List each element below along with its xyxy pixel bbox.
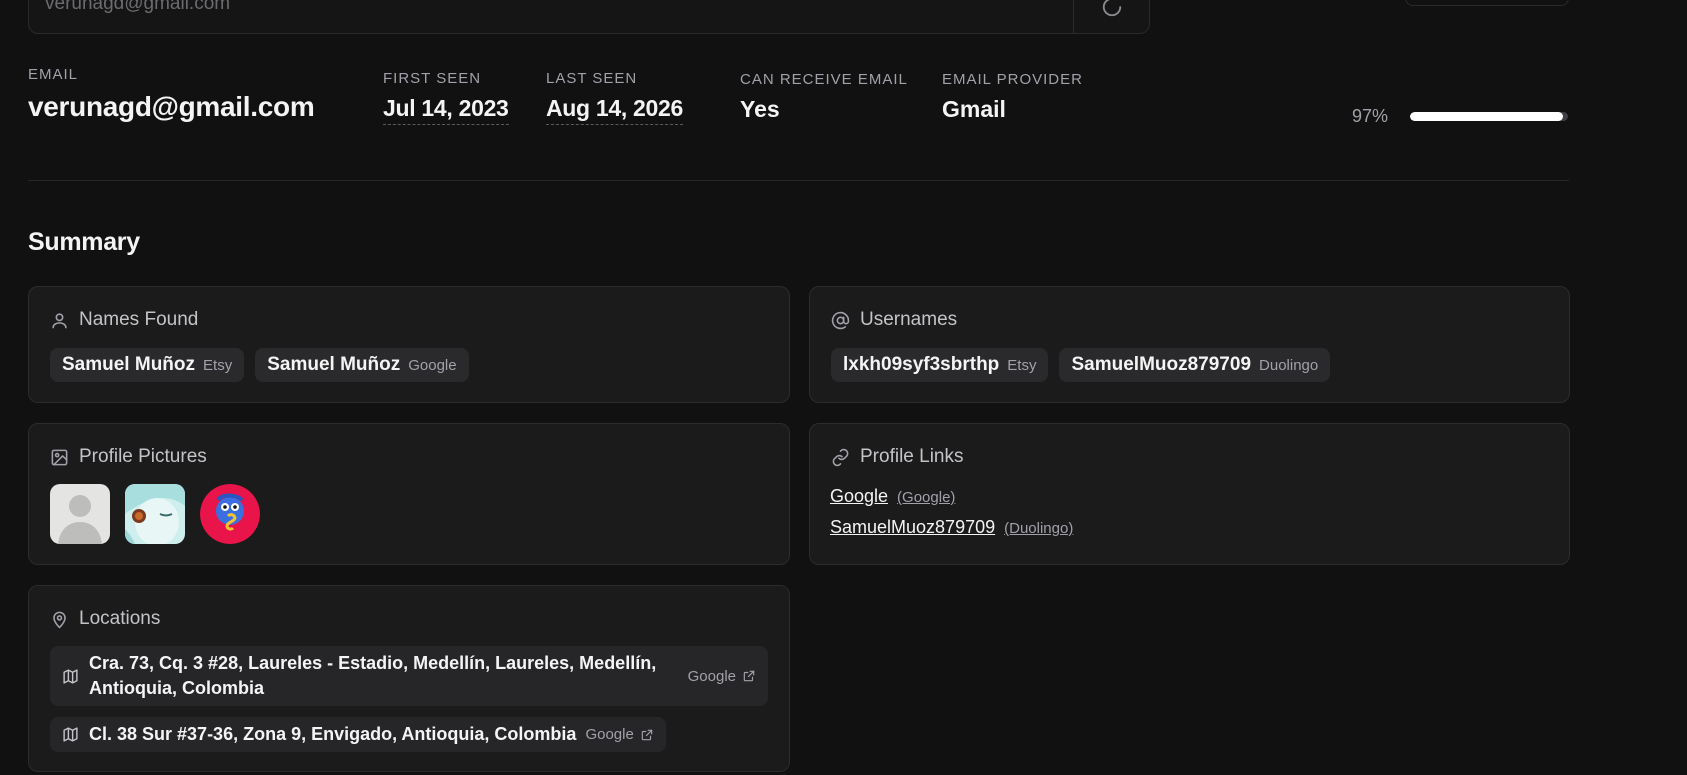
duolingo-avatar[interactable]	[200, 484, 260, 544]
profile-pictures-title: Profile Pictures	[79, 446, 207, 467]
location-item: Cra. 73, Cq. 3 #28, Laureles - Estadio, …	[50, 646, 768, 706]
default-profile-avatar[interactable]	[50, 484, 110, 544]
location-address: Cl. 38 Sur #37-36, Zona 9, Envigado, Ant…	[89, 724, 577, 744]
anime-girl-avatar[interactable]	[125, 484, 185, 544]
names-found-title: Names Found	[79, 309, 199, 330]
location-source: Google	[687, 667, 736, 685]
search-input[interactable]: verunagd@gmail.com	[28, 0, 1150, 34]
username-chip-source: Etsy	[1007, 356, 1037, 374]
profile-link-source[interactable]: (Google)	[897, 489, 955, 506]
divider	[28, 180, 1569, 181]
at-sign-icon	[831, 311, 850, 329]
names-found-header: Names Found	[50, 309, 198, 331]
usernames-card: Usernames lxkh09syf3sbrthp Etsy SamuelMu…	[809, 286, 1570, 403]
stat-provider-label: EMAIL PROVIDER	[942, 71, 1083, 88]
profile-link-source[interactable]: (Duolingo)	[1004, 520, 1073, 537]
stat-last-seen-label: LAST SEEN	[546, 70, 638, 87]
score-percent: 97%	[1352, 106, 1389, 126]
name-chip-source: Google	[408, 356, 457, 374]
location-item: Cl. 38 Sur #37-36, Zona 9, Envigado, Ant…	[50, 717, 666, 752]
image-icon	[51, 449, 68, 465]
profile-links-title: Profile Links	[860, 446, 964, 467]
stat-first-seen-value[interactable]: Jul 14, 2023	[383, 95, 509, 125]
map-icon	[63, 727, 78, 742]
external-link-icon	[743, 670, 755, 682]
profile-link-row[interactable]: SamuelMuoz879709 (Duolingo)	[830, 517, 1073, 538]
locations-title: Locations	[79, 608, 161, 629]
names-found-card: Names Found Samuel Muñoz Etsy Samuel Muñ…	[28, 286, 790, 403]
locations-card: Locations Cra. 73, Cq. 3 #28, Laureles -…	[28, 585, 790, 772]
username-chip-source: Duolingo	[1259, 356, 1319, 374]
name-chip-value: Samuel Muñoz	[267, 354, 401, 375]
location-address: Cra. 73, Cq. 3 #28, Laureles - Estadio, …	[89, 653, 657, 698]
link-icon	[832, 448, 849, 466]
username-chip-value: SamuelMuoz879709	[1071, 354, 1252, 375]
name-chip: Samuel Muñoz Etsy	[50, 348, 245, 382]
username-chip: lxkh09syf3sbrthp Etsy	[831, 348, 1049, 382]
map-pin-icon	[53, 611, 66, 628]
name-chip: Samuel Muñoz Google	[255, 348, 469, 382]
score-bar	[1410, 112, 1568, 121]
location-source-link[interactable]: Google	[688, 668, 756, 685]
stat-can-receive-label: CAN RECEIVE EMAIL	[740, 71, 908, 88]
name-chip-source: Etsy	[203, 356, 233, 374]
stat-provider: EMAIL PROVIDER Gmail	[942, 71, 1083, 123]
top-action-button[interactable]	[1405, 0, 1569, 6]
summary-title: Summary	[28, 228, 140, 256]
location-source: Google	[585, 726, 634, 743]
profile-link[interactable]: SamuelMuoz879709	[830, 517, 995, 538]
stat-can-receive: CAN RECEIVE EMAIL Yes	[740, 71, 908, 123]
profile-pictures-card: Profile Pictures	[28, 423, 790, 565]
usernames-title: Usernames	[860, 309, 958, 330]
stat-can-receive-value: Yes	[740, 96, 780, 122]
locations-header: Locations	[50, 608, 160, 630]
refresh-button[interactable]	[1073, 0, 1149, 33]
stat-email-label: EMAIL	[28, 66, 79, 83]
username-chip-value: lxkh09syf3sbrthp	[843, 354, 1000, 375]
profile-link-row[interactable]: Google (Google)	[830, 486, 1073, 507]
profile-link[interactable]: Google	[830, 486, 888, 507]
map-icon	[63, 668, 78, 684]
refresh-icon	[1102, 0, 1121, 17]
score-meter: 97%	[1352, 106, 1568, 127]
stat-last-seen: LAST SEEN Aug 14, 2026	[546, 70, 683, 125]
usernames-header: Usernames	[831, 309, 957, 331]
stat-email-value: verunagd@gmail.com	[28, 91, 315, 122]
username-chip: SamuelMuoz879709 Duolingo	[1059, 348, 1331, 382]
location-source-link[interactable]: Google	[585, 726, 653, 743]
stat-last-seen-value[interactable]: Aug 14, 2026	[546, 95, 683, 125]
stat-first-seen: FIRST SEEN Jul 14, 2023	[383, 70, 509, 125]
profile-pictures-header: Profile Pictures	[50, 446, 207, 468]
profile-links-card: Profile Links Google (Google) SamuelMuoz…	[809, 423, 1570, 565]
profile-links-header: Profile Links	[831, 446, 964, 468]
user-icon	[52, 312, 67, 328]
name-chip-value: Samuel Muñoz	[62, 354, 196, 375]
score-bar-fill	[1410, 112, 1564, 121]
external-link-icon	[641, 729, 653, 740]
stat-email: EMAIL verunagd@gmail.com	[28, 66, 315, 123]
stat-provider-value: Gmail	[942, 96, 1006, 122]
stat-first-seen-label: FIRST SEEN	[383, 70, 482, 87]
search-value: verunagd@gmail.com	[45, 0, 231, 14]
